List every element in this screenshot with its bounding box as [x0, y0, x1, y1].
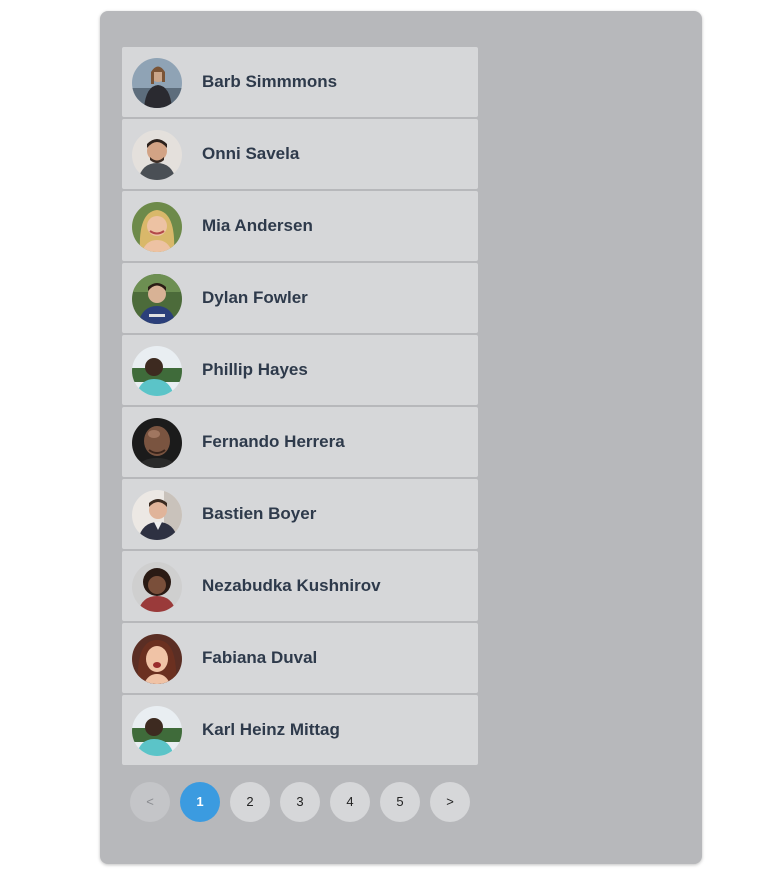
user-name: Fabiana Duval — [202, 648, 318, 667]
avatar — [132, 562, 182, 612]
page-button-2[interactable]: 2 — [230, 782, 270, 822]
avatar — [132, 274, 182, 324]
user-list-item[interactable]: Karl Heinz Mittag — [122, 695, 478, 765]
user-name: Bastien Boyer — [202, 504, 317, 523]
user-list-item[interactable]: Bastien Boyer — [122, 479, 478, 549]
avatar — [132, 706, 182, 756]
user-name: Mia Andersen — [202, 216, 313, 235]
avatar — [132, 418, 182, 468]
user-name: Dylan Fowler — [202, 288, 308, 307]
user-list-item[interactable]: Nezabudka Kushnirov — [122, 551, 478, 621]
page-button-5[interactable]: 5 — [380, 782, 420, 822]
page-button-4[interactable]: 4 — [330, 782, 370, 822]
user-name: Onni Savela — [202, 144, 300, 163]
page-button-1[interactable]: 1 — [180, 782, 220, 822]
avatar — [132, 58, 182, 108]
user-name: Phillip Hayes — [202, 360, 308, 379]
pagination: < 1 2 3 4 5 > — [130, 782, 470, 822]
avatar — [132, 634, 182, 684]
user-name: Karl Heinz Mittag — [202, 720, 340, 739]
user-list-item[interactable]: Phillip Hayes — [122, 335, 478, 405]
user-list-item[interactable]: Fernando Herrera — [122, 407, 478, 477]
user-list-item[interactable]: Mia Andersen — [122, 191, 478, 261]
avatar — [132, 490, 182, 540]
avatar — [132, 346, 182, 396]
user-list-item[interactable]: Onni Savela — [122, 119, 478, 189]
avatar — [132, 202, 182, 252]
avatar — [132, 130, 182, 180]
user-name: Fernando Herrera — [202, 432, 345, 451]
user-name: Barb Simmmons — [202, 72, 338, 91]
next-page-button[interactable]: > — [430, 782, 470, 822]
page-button-3[interactable]: 3 — [280, 782, 320, 822]
user-name: Nezabudka Kushnirov — [202, 576, 381, 595]
user-list-item[interactable]: Fabiana Duval — [122, 623, 478, 693]
user-list: Barb Simmmons Onni Savela Mia Andersen D… — [122, 47, 478, 767]
prev-page-button[interactable]: < — [130, 782, 170, 822]
user-list-item[interactable]: Dylan Fowler — [122, 263, 478, 333]
user-list-item[interactable]: Barb Simmmons — [122, 47, 478, 117]
